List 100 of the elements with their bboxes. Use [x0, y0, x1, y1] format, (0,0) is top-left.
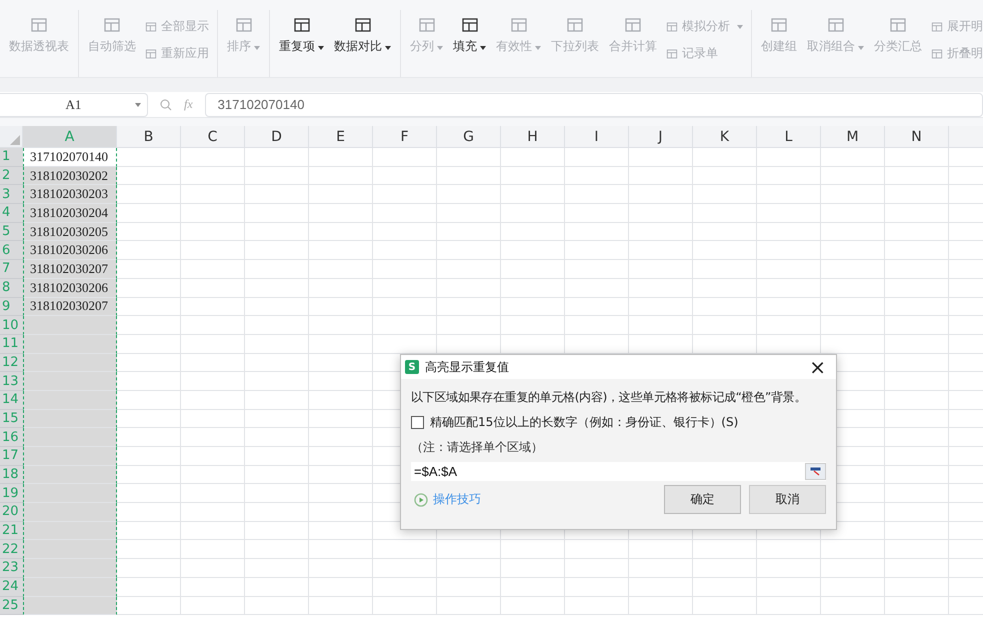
caret-icon — [385, 46, 391, 50]
range-field[interactable]: =$A:$A — [411, 462, 826, 481]
column-header[interactable]: H — [501, 126, 565, 148]
row-header[interactable]: 17 — [0, 447, 23, 466]
row-header[interactable]: 24 — [0, 578, 23, 596]
table-icon — [418, 16, 436, 34]
table-cell — [629, 260, 693, 279]
column-header[interactable]: F — [373, 126, 437, 148]
table-cell — [565, 316, 629, 335]
table-cell: 318102030203 — [23, 185, 117, 204]
row-header[interactable]: 14 — [0, 390, 23, 410]
row-header[interactable]: 16 — [0, 428, 23, 447]
row-header[interactable]: 18 — [0, 466, 23, 484]
row-header[interactable]: 3 — [0, 185, 23, 204]
column-header[interactable]: J — [629, 126, 693, 148]
formula-field[interactable]: 317102070140 — [204, 92, 983, 116]
ribbon-button[interactable]: 数据对比 — [331, 14, 394, 57]
ribbon-button[interactable]: 填充 — [450, 14, 489, 57]
table-icon — [234, 16, 252, 34]
table-cell — [117, 241, 181, 260]
table-cell — [821, 578, 885, 596]
row-header[interactable]: 4 — [0, 204, 23, 223]
table-cell — [565, 596, 629, 616]
table-icon — [826, 16, 844, 34]
table-cell — [373, 316, 437, 335]
table-icon — [30, 16, 48, 34]
table-cell — [437, 316, 501, 335]
row-header[interactable]: 22 — [0, 540, 23, 560]
row-header[interactable]: 6 — [0, 241, 23, 260]
row-header[interactable]: 11 — [0, 334, 23, 354]
close-button[interactable]: × — [803, 357, 832, 377]
confirm-button[interactable]: 确定 — [664, 485, 741, 514]
table-cell — [437, 540, 501, 560]
tips-link[interactable]: 操作技巧 — [414, 491, 481, 508]
table-cell — [437, 204, 501, 223]
row-header[interactable]: 15 — [0, 410, 23, 428]
column-header[interactable]: D — [245, 126, 309, 148]
table-cell — [501, 559, 565, 578]
table-cell — [629, 222, 693, 242]
row-header[interactable]: 1 — [0, 148, 23, 167]
table-cell — [821, 148, 885, 167]
column-header[interactable]: C — [181, 126, 245, 148]
table-cell — [629, 316, 693, 335]
name-box[interactable]: A1 — [0, 92, 148, 116]
column-header[interactable]: I — [565, 126, 629, 148]
range-picker-button[interactable] — [805, 463, 826, 480]
column-header[interactable]: N — [885, 126, 949, 148]
caret-icon — [437, 46, 443, 50]
row-header[interactable]: 7 — [0, 260, 23, 279]
table-cell — [757, 298, 821, 316]
row-header[interactable]: 19 — [0, 484, 23, 504]
table-icon — [931, 20, 943, 32]
table-cell — [117, 410, 181, 428]
column-header[interactable]: K — [693, 126, 757, 148]
table-cell — [757, 578, 821, 596]
row-header[interactable]: 25 — [0, 596, 23, 616]
row-header[interactable]: 21 — [0, 522, 23, 540]
table-cell — [309, 522, 373, 540]
table-cell — [181, 522, 245, 540]
ribbon-button[interactable]: 重复项 — [276, 14, 327, 57]
table-cell — [693, 278, 757, 298]
table-icon — [931, 48, 943, 60]
table-cell — [885, 334, 949, 354]
row-header[interactable]: 10 — [0, 316, 23, 335]
table-cell — [117, 334, 181, 354]
table-cell — [181, 596, 245, 616]
table-cell — [245, 185, 309, 204]
table-cell — [693, 540, 757, 560]
table-cell — [117, 390, 181, 410]
table-cell — [117, 578, 181, 596]
column-header[interactable]: B — [117, 126, 181, 148]
row-header[interactable]: 8 — [0, 278, 23, 298]
table-cell — [181, 578, 245, 596]
row-header[interactable]: 12 — [0, 354, 23, 372]
column-header[interactable]: E — [309, 126, 373, 148]
cancel-button[interactable]: 取消 — [749, 485, 826, 514]
table-cell — [373, 540, 437, 560]
table-cell — [373, 148, 437, 167]
table-cell — [309, 596, 373, 616]
table-cell — [629, 578, 693, 596]
row-header[interactable]: 20 — [0, 503, 23, 522]
row-header[interactable]: 2 — [0, 166, 23, 186]
row-header[interactable]: 23 — [0, 559, 23, 578]
column-header[interactable]: M — [821, 126, 885, 148]
table-cell — [757, 316, 821, 335]
table-cell — [757, 260, 821, 279]
checkbox[interactable] — [411, 416, 424, 429]
table-icon — [889, 16, 907, 34]
row-header[interactable]: 13 — [0, 372, 23, 391]
row-header[interactable]: 5 — [0, 222, 23, 242]
column-header[interactable]: A — [23, 126, 117, 148]
table-cell — [821, 316, 885, 335]
table-cell — [693, 298, 757, 316]
table-cell — [821, 559, 885, 578]
row-header[interactable]: 9 — [0, 298, 23, 316]
table-cell — [373, 204, 437, 223]
column-header[interactable]: G — [437, 126, 501, 148]
table-cell — [245, 372, 309, 391]
column-header[interactable]: L — [757, 126, 821, 148]
table-cell: 318102030206 — [23, 241, 117, 260]
